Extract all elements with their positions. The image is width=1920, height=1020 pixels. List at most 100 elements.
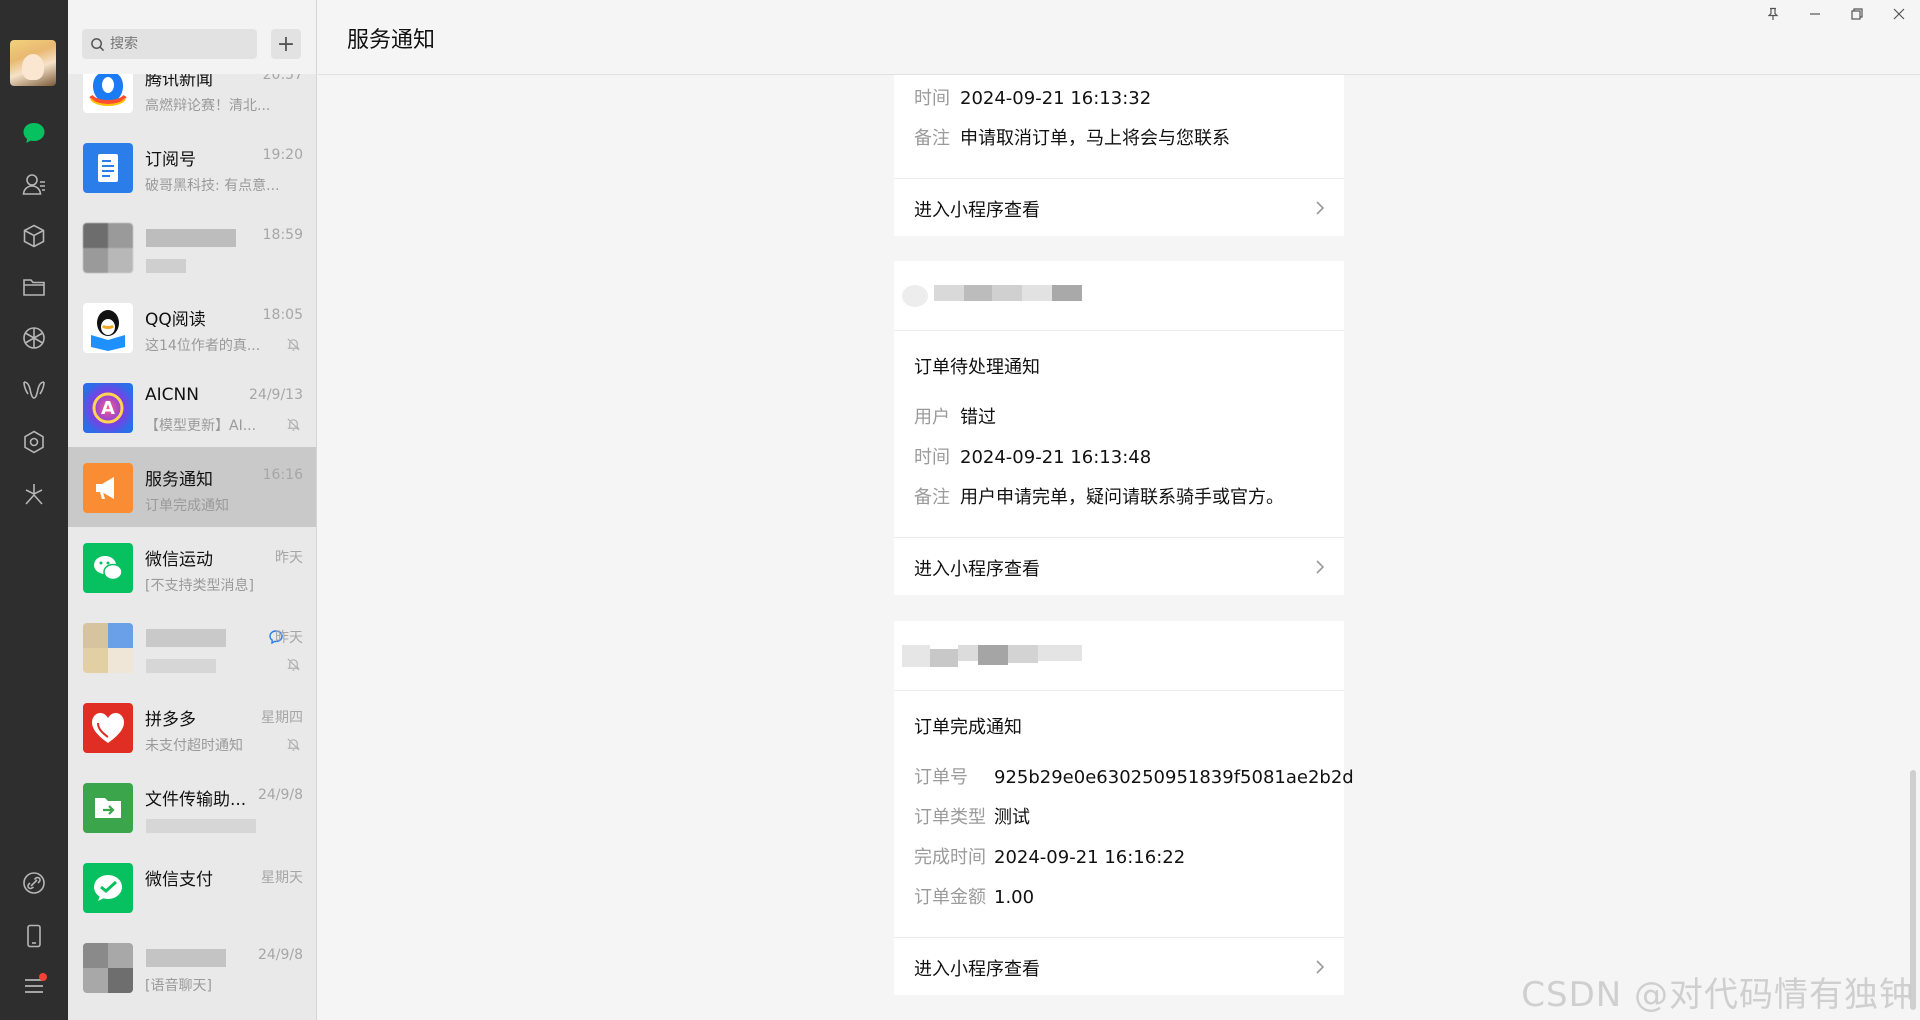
chat-item-service-notifications[interactable]: 服务通知 16:16 订单完成通知 [68,447,316,527]
chat-item-blurred-group[interactable]: 昨天 [68,607,316,687]
detail-key: 订单类型 [914,807,986,828]
restore-icon [1851,8,1863,20]
minimize-button[interactable] [1794,0,1836,28]
pin-icon [1767,7,1779,20]
chat-time: 24/9/8 [257,787,303,803]
chat-name: 文件传输助... [145,790,247,810]
chat-item-blurred[interactable]: 18:59 [68,207,316,287]
blurred-group-avatar [83,623,133,673]
chat-name: 服务通知 [145,470,213,490]
detail-value: 2024-09-21 16:13:32 [960,88,1152,109]
detail-row: 备注 申请取消订单，马上将会与您联系 [914,124,1230,150]
detail-key: 时间 [914,447,950,468]
chat-time: 19:20 [262,147,303,163]
chat-time: 18:59 [262,227,303,243]
open-mini-program-link[interactable]: 进入小程序查看 [894,178,1344,236]
card-source [894,621,1344,691]
blurred-avatar [83,223,133,273]
favorites-icon[interactable] [19,221,49,251]
mini-programs-icon[interactable] [19,479,49,509]
channels-icon[interactable] [19,375,49,405]
chat-preview: 这14位作者的真... [145,338,261,354]
detail-value: 1.00 [994,887,1035,908]
chat-item-pinduoduo[interactable]: 拼多多 星期四 未支付超时通知 [68,687,316,767]
blurred-name [146,629,226,647]
open-mini-program-link[interactable]: 进入小程序查看 [894,937,1344,995]
page-title: 服务通知 [347,28,436,53]
chat-name: 微信支付 [145,870,213,890]
detail-value: 2024-09-21 16:16:22 [994,847,1186,868]
contacts-icon[interactable] [19,169,49,199]
detail-row: 订单号 925b29e0e630250951839f5081ae2b2d [914,763,1354,789]
avatar[interactable] [10,40,56,86]
card-title: 订单待处理通知 [914,357,1040,378]
chat-time: 16:16 [262,467,303,483]
wechat-pay-icon [83,863,133,913]
chat-time: 星期天 [261,870,303,886]
blurred-name [146,229,236,247]
detail-value: 测试 [994,807,1030,828]
close-button[interactable] [1878,0,1920,28]
restore-button[interactable] [1836,0,1878,28]
message-scroll-area[interactable]: 时间 2024-09-21 16:13:32 备注 申请取消订单，马上将会与您联系 … [318,0,1920,1020]
chat-preview: 破哥黑科技: 有点意... [145,178,280,194]
chat-name: AICNN [145,385,199,405]
chat-time: 24/9/13 [249,387,303,403]
chat-item-wechat-sport[interactable]: 微信运动 昨天 [不支持类型消息] [68,527,316,607]
notification-card: 订单待处理通知 用户 错过 时间 2024-09-21 16:13:48 备注 用户申… [894,261,1344,595]
detail-row: 时间 2024-09-21 16:13:48 [914,443,1151,469]
detail-row: 备注 用户申请完单，疑问请联系骑手或官方。 [914,483,1284,509]
folder-icon[interactable] [19,272,49,302]
detail-row: 订单类型 测试 [914,803,1030,829]
search-one-icon[interactable] [19,427,49,457]
chat-time: 星期四 [261,710,303,726]
add-button[interactable]: + [271,29,301,59]
wechat-sport-icon [83,543,133,593]
card-title: 订单完成通知 [914,717,1022,738]
chat-preview: 订单完成通知 [145,498,229,514]
svg-text:A: A [101,398,115,419]
search-box[interactable] [82,29,257,59]
conversation-pane: 时间 2024-09-21 16:13:32 备注 申请取消订单，马上将会与您联系 … [318,0,1920,1020]
blurred-preview [146,819,256,833]
chat-item-qq-reading[interactable]: QQ阅读 18:05 这14位作者的真... [68,287,316,367]
blurred-avatar [83,943,133,993]
search-icon [91,37,105,51]
qq-reading-icon [83,303,133,353]
link-icon[interactable] [19,868,49,898]
detail-value: 错过 [960,407,996,428]
blurred-preview [146,259,186,273]
notification-dot [39,973,47,981]
chevron-right-icon [1316,960,1325,974]
search-input[interactable] [110,36,250,52]
detail-value: 申请取消订单，马上将会与您联系 [960,128,1230,149]
notification-card: 订单完成通知 订单号 925b29e0e630250951839f5081ae2b… [894,621,1354,995]
open-mini-program-link[interactable]: 进入小程序查看 [894,537,1344,595]
chat-preview: [不支持类型消息] [145,578,254,594]
phone-icon[interactable] [19,921,49,951]
chat-preview: [语音聊天] [145,978,212,994]
chat-preview: 高燃辩论赛！清北... [145,98,271,114]
detail-value: 用户申请完单，疑问请联系骑手或官方。 [960,487,1284,508]
moments-icon[interactable] [19,323,49,353]
chat-preview: 未支付超时通知 [145,738,243,754]
card-source [894,261,1344,331]
chat-item-file-transfer[interactable]: 文件传输助... 24/9/8 [68,767,316,847]
chat-item-wechat-pay[interactable]: 微信支付 星期天 [68,847,316,927]
chat-item-aicnn[interactable]: A AICNN 24/9/13 【模型更新】AI... [68,367,316,447]
detail-key: 订单金额 [914,887,986,908]
menu-icon[interactable] [19,971,49,1001]
chat-icon[interactable] [19,118,49,148]
chat-preview: 【模型更新】AI... [145,418,257,434]
pin-button[interactable] [1752,0,1794,28]
chat-item-blurred-voice[interactable]: 24/9/8 [语音聊天] [68,927,316,1007]
chevron-right-icon [1316,560,1325,574]
detail-row: 用户 错过 [914,403,996,429]
aicnn-icon: A [83,383,133,433]
detail-value: 925b29e0e630250951839f5081ae2b2d [994,767,1354,788]
detail-row: 订单金额 1.00 [914,883,1034,909]
detail-key: 备注 [914,128,950,149]
detail-row: 时间 2024-09-21 16:13:32 [914,84,1151,110]
chat-item-subscriptions[interactable]: 订阅号 19:20 破哥黑科技: 有点意... [68,127,316,207]
close-icon [1893,8,1905,20]
